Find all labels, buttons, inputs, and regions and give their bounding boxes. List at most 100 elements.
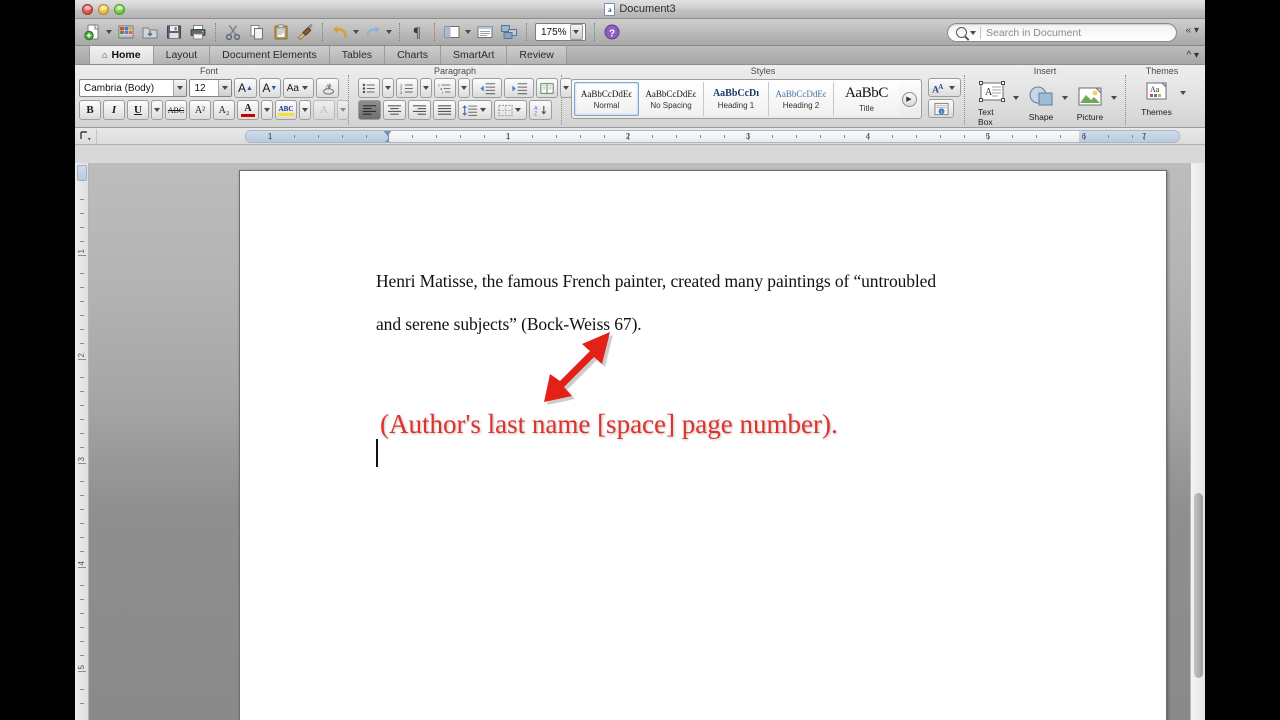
search-input[interactable]: Search in Document: [947, 23, 1177, 42]
style-heading-1[interactable]: AaBbCcDı Heading 1: [704, 82, 769, 116]
insert-picture-button[interactable]: Picture: [1076, 85, 1104, 122]
tab-layout[interactable]: Layout: [153, 46, 211, 64]
highlight-caret-button[interactable]: [299, 100, 311, 120]
underline-caret-button[interactable]: [151, 100, 163, 120]
font-color-caret-button[interactable]: [261, 100, 273, 120]
vertical-ruler[interactable]: 1 2 3 4 5: [75, 163, 89, 720]
search-scope-caret-icon[interactable]: [970, 30, 976, 35]
sidebar-button[interactable]: [441, 22, 463, 43]
new-document-caret-icon[interactable]: [106, 30, 112, 34]
style-title[interactable]: AaBbC Title: [834, 82, 899, 116]
change-case-button[interactable]: Aa: [283, 78, 314, 98]
notebook-layout-button[interactable]: [474, 22, 496, 43]
vertical-scrollbar[interactable]: ☰: [1190, 163, 1205, 720]
redo-caret-icon[interactable]: [386, 30, 392, 34]
columns-button[interactable]: [536, 78, 558, 98]
text-effects-button[interactable]: A: [313, 100, 335, 120]
new-document-button[interactable]: [82, 22, 104, 43]
highlight-label: ABC: [278, 104, 294, 113]
cut-button[interactable]: [222, 22, 244, 43]
shape-caret-icon[interactable]: [1062, 95, 1068, 100]
zoom-stepper-icon[interactable]: [569, 24, 583, 40]
redo-button[interactable]: [362, 22, 384, 43]
print-button[interactable]: [187, 22, 209, 43]
clear-formatting-button[interactable]: Ab: [315, 78, 340, 98]
tab-charts[interactable]: Charts: [385, 46, 441, 64]
insert-text-box-button[interactable]: A Text Box: [978, 80, 1006, 127]
style-heading-2-label: Heading 2: [782, 100, 820, 110]
font-family-select[interactable]: Cambria (Body): [79, 79, 188, 97]
decrease-indent-button[interactable]: [472, 78, 502, 98]
bulleted-list-button[interactable]: [358, 78, 380, 98]
font-size-caret-icon[interactable]: [218, 80, 232, 96]
ribbon: Font Cambria (Body) 12 A ▲ A ▼ Aa A b B …: [75, 65, 1205, 128]
align-center-button[interactable]: [383, 100, 406, 120]
style-normal[interactable]: AaBbCcDdEϵ Normal: [574, 82, 639, 116]
open-button[interactable]: [139, 22, 161, 43]
toolbar-overflow-button[interactable]: « ▾: [1186, 25, 1199, 36]
underline-button[interactable]: U: [127, 100, 149, 120]
show-formatting-button[interactable]: ¶: [406, 22, 428, 43]
font-size-select[interactable]: 12: [189, 79, 233, 97]
undo-caret-icon[interactable]: [353, 30, 359, 34]
strikethrough-button[interactable]: ABC: [165, 100, 187, 120]
vertical-scrollbar-thumb[interactable]: [1194, 493, 1203, 678]
document-page[interactable]: Henri Matisse, the famous French painter…: [239, 170, 1167, 720]
insert-shape-button[interactable]: Shape: [1027, 85, 1055, 122]
styles-gallery-more-button[interactable]: ▶: [899, 82, 919, 116]
line-spacing-button[interactable]: [458, 100, 492, 120]
increase-indent-button[interactable]: [504, 78, 534, 98]
text-box-caret-icon[interactable]: [1013, 95, 1019, 100]
align-left-button[interactable]: [358, 100, 381, 120]
borders-button[interactable]: [494, 100, 527, 120]
align-right-button[interactable]: [408, 100, 431, 120]
shrink-font-button[interactable]: A ▼: [258, 78, 282, 98]
indent-markers[interactable]: [383, 131, 393, 142]
style-no-spacing[interactable]: AaBbCcDdEϵ No Spacing: [639, 82, 704, 116]
save-button[interactable]: [163, 22, 185, 43]
tab-stop-selector[interactable]: [75, 128, 97, 144]
paste-button[interactable]: [270, 22, 292, 43]
highlight-button[interactable]: ABC: [275, 100, 297, 120]
gallery-button[interactable]: [115, 22, 137, 43]
numbered-list-button[interactable]: 123: [396, 78, 418, 98]
italic-button[interactable]: I: [103, 100, 125, 120]
tab-review[interactable]: Review: [507, 46, 567, 64]
text-effects-caret-button[interactable]: [337, 100, 349, 120]
bold-button[interactable]: B: [79, 100, 101, 120]
styles-pane-button[interactable]: i: [928, 99, 954, 118]
tab-home[interactable]: ⌂ Home: [89, 46, 154, 64]
style-heading-2[interactable]: AaBbCcDdEϵ Heading 2: [769, 82, 834, 116]
justify-button[interactable]: [433, 100, 456, 120]
gallery-more-icon: ▶: [901, 91, 917, 107]
help-button[interactable]: ?: [601, 22, 623, 43]
picture-caret-icon[interactable]: [1111, 95, 1117, 100]
tab-smartart[interactable]: SmartArt: [441, 46, 508, 64]
zoom-level-control[interactable]: 175%: [535, 23, 586, 41]
font-color-button[interactable]: A: [237, 100, 259, 120]
horizontal-ruler[interactable]: 1 1 2 3 4 5 6 7: [245, 130, 1180, 143]
clear-formatting-icon: Ab: [322, 83, 334, 95]
themes-caret-icon[interactable]: [1179, 90, 1186, 95]
superscript-button[interactable]: A²: [189, 100, 211, 120]
format-painter-button[interactable]: [294, 22, 316, 43]
themes-button[interactable]: Aa Themes: [1137, 80, 1177, 117]
tab-tables[interactable]: Tables: [329, 46, 386, 64]
media-browser-button[interactable]: [498, 22, 520, 43]
numbered-list-caret-button[interactable]: [420, 78, 432, 98]
font-family-caret-icon[interactable]: [173, 80, 187, 96]
grow-font-button[interactable]: A ▲: [234, 78, 257, 98]
subscript-button[interactable]: A₂: [213, 100, 235, 120]
undo-button[interactable]: [329, 22, 351, 43]
bulleted-list-caret-button[interactable]: [382, 78, 394, 98]
tab-document-elements[interactable]: Document Elements: [210, 46, 330, 64]
multilevel-list-button[interactable]: 1ai: [434, 78, 456, 98]
ribbon-collapse-button[interactable]: ^ ▾: [1187, 50, 1200, 61]
sidebar-caret-icon[interactable]: [465, 30, 471, 34]
copy-button[interactable]: [246, 22, 268, 43]
manage-styles-button[interactable]: AA: [928, 78, 961, 97]
themes-label: Themes: [1141, 107, 1172, 117]
sort-button[interactable]: AZ: [529, 100, 552, 120]
increase-indent-icon: [511, 82, 527, 94]
multilevel-list-caret-button[interactable]: [458, 78, 470, 98]
